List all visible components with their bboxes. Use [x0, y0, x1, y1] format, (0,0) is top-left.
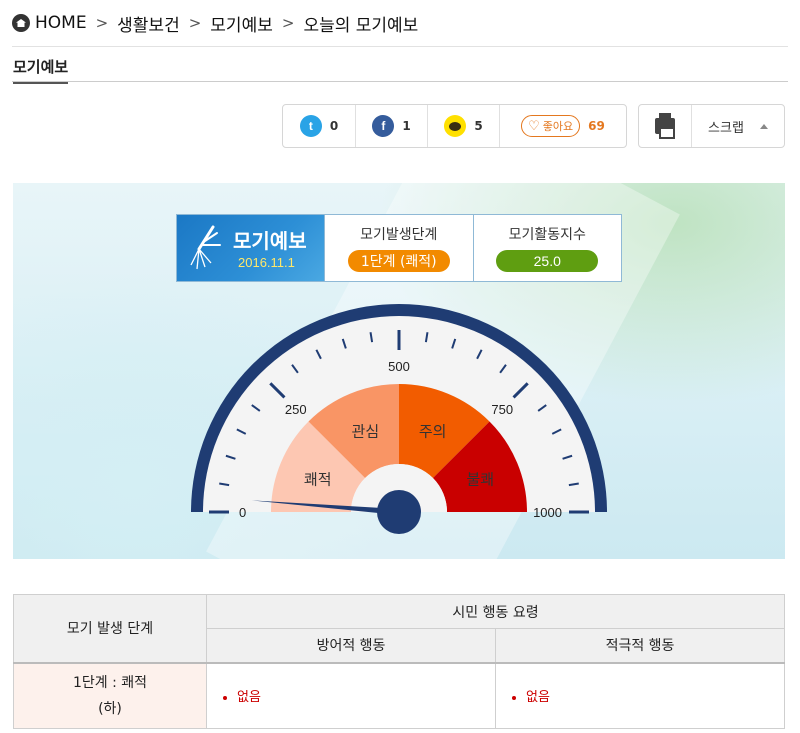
- twitter-count: 0: [329, 119, 339, 133]
- column-header-group: 시민 행동 요령: [206, 594, 785, 629]
- breadcrumb: HOME > 생활보건 > 모기예보 > 오늘의 모기예보: [12, 10, 418, 36]
- twitter-share-button[interactable]: t 0: [283, 105, 356, 147]
- kakaostory-share-button[interactable]: 5: [428, 105, 500, 147]
- bullet-icon: [512, 695, 516, 700]
- defensive-action-cell: 없음: [206, 662, 496, 729]
- stage-label: 모기발생단계: [360, 227, 438, 243]
- breadcrumb-item-health[interactable]: 생활보건: [117, 11, 180, 36]
- action-guide-table: 모기 발생 단계 시민 행동 요령 방어적 행동 적극적 행동 1단계 : 쾌적…: [13, 594, 785, 729]
- gauge-tick-label: 750: [491, 402, 513, 417]
- stage-cell-value: 1단계 : 쾌적 (하): [13, 662, 207, 729]
- like-button[interactable]: ♡ 좋아요 69: [500, 105, 626, 147]
- scrap-bar: 스크랩: [638, 104, 785, 148]
- stage-badge: 1단계 (쾌적): [347, 250, 450, 272]
- gauge-zone-label: 관심: [352, 423, 380, 441]
- bullet-icon: [223, 695, 227, 700]
- column-header-active: 적극적 행동: [495, 628, 785, 663]
- stage-cell: 모기발생단계 1단계 (쾌적): [324, 215, 473, 281]
- stage-value-line1: 1단계 : 쾌적: [72, 674, 148, 691]
- gauge-tick-label: 500: [388, 359, 410, 374]
- gauge-zone-label: 주의: [419, 423, 447, 441]
- active-action-text: 없음: [526, 690, 550, 706]
- breadcrumb-separator: >: [281, 14, 295, 32]
- like-count: 69: [588, 119, 605, 133]
- active-action-cell: 없음: [495, 662, 785, 729]
- mosquito-icon: [190, 225, 221, 270]
- printer-icon: [655, 113, 675, 139]
- breadcrumb-separator: >: [188, 14, 202, 32]
- index-cell: 모기활동지수 25.0: [472, 215, 622, 281]
- index-label: 모기활동지수: [508, 227, 586, 243]
- like-label: 좋아요: [542, 120, 574, 133]
- gauge-zone-label: 쾌적: [304, 470, 332, 488]
- facebook-count: 1: [402, 119, 411, 133]
- divider: [12, 46, 788, 47]
- share-bar: t 0 f 1 5 ♡ 좋아요 69: [282, 104, 627, 148]
- gauge-needle-hub: [377, 490, 421, 534]
- gauge-tick-label: 1000: [533, 505, 562, 520]
- stage-value-line2: (하): [98, 700, 122, 717]
- index-badge: 25.0: [496, 250, 599, 272]
- kakaostory-count: 5: [474, 119, 483, 133]
- divider: [12, 81, 788, 82]
- chevron-up-icon: [759, 123, 768, 129]
- forecast-info-box: 모기예보 2016.11.1 모기발생단계 1단계 (쾌적) 모기활동지수 25…: [176, 214, 622, 282]
- scrap-button[interactable]: 스크랩: [692, 105, 784, 147]
- breadcrumb-item-forecast[interactable]: 모기예보: [210, 11, 273, 36]
- facebook-icon: f: [372, 115, 395, 137]
- twitter-icon: t: [299, 115, 322, 137]
- forecast-panel: 쾌적 관심 주의불쾌 0 250 500 750 1000 모기예보 2016.11.1 모기…: [13, 183, 785, 559]
- gauge-tick-label: 0: [239, 505, 246, 520]
- breadcrumb-separator: >: [95, 14, 109, 32]
- print-button[interactable]: [639, 105, 692, 147]
- forecast-brand: 모기예보 2016.11.1: [177, 215, 324, 281]
- section-title: 모기예보: [13, 56, 69, 84]
- scrap-label: 스크랩: [708, 120, 744, 136]
- breadcrumb-home[interactable]: HOME: [35, 13, 87, 33]
- gauge-zone-label: 불쾌: [466, 470, 494, 488]
- forecast-brand-title: 모기예보: [233, 229, 307, 253]
- column-header-stage: 모기 발생 단계: [13, 594, 207, 663]
- table-row: 1단계 : 쾌적 (하) 없음 없음: [13, 662, 785, 729]
- kakaostory-icon: [444, 115, 467, 137]
- defensive-action-text: 없음: [237, 690, 261, 706]
- facebook-share-button[interactable]: f 1: [356, 105, 428, 147]
- gauge-tick-label: 250: [285, 402, 307, 417]
- column-header-defensive: 방어적 행동: [206, 628, 496, 663]
- home-icon[interactable]: [12, 14, 30, 32]
- forecast-date: 2016.11.1: [238, 255, 295, 270]
- breadcrumb-item-today[interactable]: 오늘의 모기예보: [303, 11, 418, 36]
- like-badge: ♡ 좋아요: [521, 115, 581, 137]
- heart-icon: ♡: [528, 118, 540, 134]
